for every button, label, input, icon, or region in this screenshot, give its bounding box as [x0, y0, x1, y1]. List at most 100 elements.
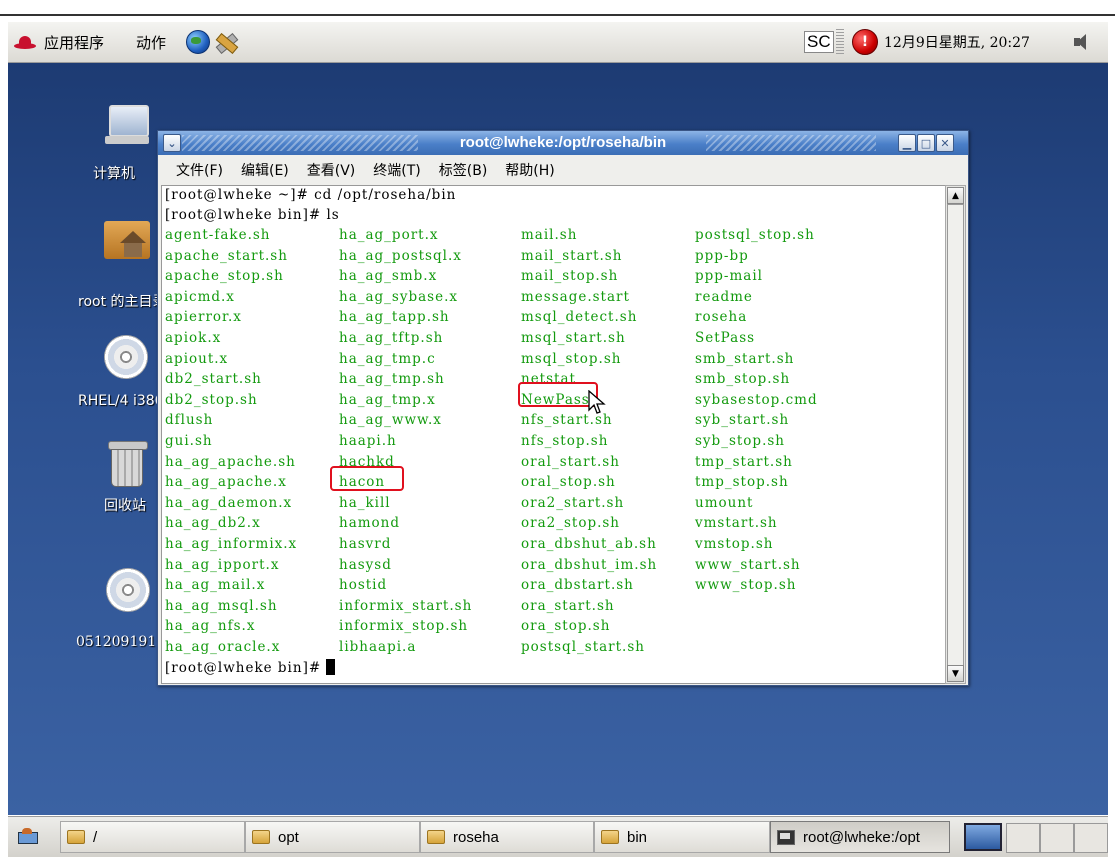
scroll-down-button[interactable]: ▼	[947, 665, 964, 682]
ls-entry: ora_stop.sh	[521, 618, 611, 635]
terminal-scrollbar[interactable]: ▲ ▼	[945, 185, 966, 684]
workspace-switcher-2[interactable]	[1006, 823, 1040, 853]
arrow-up-icon: ▲	[952, 190, 959, 201]
minimize-button[interactable]: ▁	[898, 134, 916, 152]
show-desktop-button[interactable]	[10, 821, 52, 853]
ls-entry: syb_stop.sh	[695, 433, 785, 449]
scroll-up-button[interactable]: ▲	[947, 187, 964, 204]
ls-entry: ha_ag_apache.sh	[165, 453, 296, 470]
panel-separator	[836, 22, 844, 62]
ls-entry: ha_ag_msql.sh	[165, 597, 278, 614]
clock[interactable]: 12月9日星期五, 20:27	[884, 22, 1030, 62]
ls-entry: hasysd	[339, 556, 392, 573]
page-top-border	[0, 0, 1115, 16]
ls-entry: www_stop.sh	[695, 577, 797, 594]
ls-entry: ha_ag_tmp.c	[339, 350, 436, 367]
ls-entry: www_start.sh	[695, 556, 801, 573]
applications-menu[interactable]: 应用程序	[14, 22, 104, 62]
ls-entry: db2_stop.sh	[165, 391, 258, 408]
ls-entry: nfs_stop.sh	[521, 433, 609, 449]
ls-entry: smb_stop.sh	[695, 371, 791, 388]
screen-frame: 应用程序 动作 SC ! 12月9日星期五, 20:27 计算机 root 的主…	[8, 22, 1108, 857]
applications-label: 应用程序	[44, 33, 105, 52]
update-notifier[interactable]: !	[852, 22, 878, 62]
ls-entry: mail.sh	[521, 227, 578, 243]
task-bin[interactable]: bin	[594, 821, 770, 853]
task-opt[interactable]: opt	[245, 821, 420, 853]
prompt-text: [root@lwheke bin]#	[165, 659, 327, 676]
workspace-switcher-3[interactable]	[1040, 823, 1074, 853]
volume-control[interactable]	[1072, 22, 1090, 62]
task-label: roseha	[453, 828, 499, 846]
actions-menu[interactable]: 动作	[136, 22, 166, 62]
ls-entry: ora_start.sh	[521, 597, 615, 614]
top-panel: 应用程序 动作 SC ! 12月9日星期五, 20:27	[8, 22, 1108, 63]
folder-icon	[252, 830, 270, 844]
ls-entry: ha_ag_tftp.sh	[339, 330, 444, 346]
bottom-panel: / opt roseha bin root@lwheke:/opt	[8, 816, 1108, 857]
input-method-indicator[interactable]: SC	[804, 22, 834, 62]
menu-terminal[interactable]: 终端(T)	[373, 160, 420, 180]
terminal-icon	[777, 829, 795, 845]
ls-entry: ha_ag_sybase.x	[339, 288, 459, 305]
mouse-pointer-icon	[588, 390, 606, 414]
menu-help[interactable]: 帮助(H)	[505, 160, 554, 180]
web-browser-launcher[interactable]	[186, 22, 210, 62]
menu-file[interactable]: 文件(F)	[176, 160, 223, 180]
ls-entry: ha_ag_www.x	[339, 412, 442, 429]
chevron-down-icon: ⌄	[167, 136, 177, 150]
web-browser-icon	[186, 30, 210, 54]
ls-entry: db2_start.sh	[165, 371, 262, 388]
update-alert-icon: !	[852, 29, 878, 55]
ls-entry: gui.sh	[165, 433, 213, 449]
task-label: root@lwheke:/opt	[803, 828, 920, 846]
close-button[interactable]: ✕	[936, 134, 954, 152]
window-titlebar[interactable]: ⌄ root@lwheke:/opt/roseha/bin ▁ □ ✕	[158, 131, 968, 155]
system-tools-launcher[interactable]	[214, 22, 238, 62]
ls-entry: ha_kill	[339, 494, 391, 511]
workspace-switcher-1[interactable]	[958, 821, 1002, 853]
maximize-button[interactable]: □	[917, 134, 935, 152]
ls-entry: ha_ag_ipport.x	[165, 556, 280, 573]
ls-entry: SetPass	[695, 330, 756, 346]
ls-entry: postsql_start.sh	[521, 639, 645, 655]
home-folder-icon	[104, 215, 150, 259]
menu-tabs[interactable]: 标签(B)	[439, 160, 488, 180]
window-menu-button[interactable]: ⌄	[163, 134, 181, 152]
ls-entry: ha_ag_nfs.x	[165, 618, 256, 635]
task-root-folder[interactable]: /	[60, 821, 245, 853]
minimize-icon: ▁	[902, 136, 912, 150]
ls-entry: tmp_stop.sh	[695, 474, 789, 491]
actions-label: 动作	[136, 33, 167, 52]
ls-entry: apicmd.x	[165, 288, 235, 305]
ls-entry: oral_start.sh	[521, 453, 620, 470]
workspace-switcher-4[interactable]	[1074, 823, 1108, 853]
ls-entry: hamond	[339, 515, 401, 532]
ls-entry: readme	[695, 288, 753, 305]
cdrom-icon	[106, 568, 150, 612]
task-roseha[interactable]: roseha	[420, 821, 594, 853]
ls-entry: syb_start.sh	[695, 412, 790, 429]
cdrom-icon	[104, 335, 148, 379]
ls-entry: message.start	[521, 288, 630, 305]
ls-entry: tmp_start.sh	[695, 453, 793, 470]
window-menubar: 文件(F) 编辑(E) 查看(V) 终端(T) 标签(B) 帮助(H)	[158, 156, 968, 184]
ls-entry: ha_ag_mail.x	[165, 577, 266, 594]
terminal-prompt-line: [root@lwheke bin]#	[165, 658, 336, 678]
ls-entry: vmstop.sh	[695, 536, 774, 552]
task-terminal[interactable]: root@lwheke:/opt	[770, 821, 950, 853]
ls-entry: mail_start.sh	[521, 247, 623, 264]
ls-entry: ha_ag_informix.x	[165, 536, 298, 552]
menu-edit[interactable]: 编辑(E)	[241, 160, 289, 180]
scrollbar-thumb[interactable]	[947, 204, 964, 666]
terminal-output[interactable]: [root@lwheke ~]# cd /opt/roseha/bin [roo…	[161, 185, 946, 684]
terminal-window: ⌄ root@lwheke:/opt/roseha/bin ▁ □ ✕ 文件(F…	[157, 130, 969, 686]
clock-text: 12月9日星期五, 20:27	[884, 35, 1030, 51]
ls-entry: informix_stop.sh	[339, 618, 469, 635]
menu-view[interactable]: 查看(V)	[307, 160, 356, 180]
ls-entry: ppp-mail	[695, 268, 763, 285]
ls-entry: msql_stop.sh	[521, 350, 622, 367]
system-tools-icon	[214, 31, 238, 53]
folder-icon	[427, 830, 445, 844]
computer-icon	[105, 105, 149, 145]
